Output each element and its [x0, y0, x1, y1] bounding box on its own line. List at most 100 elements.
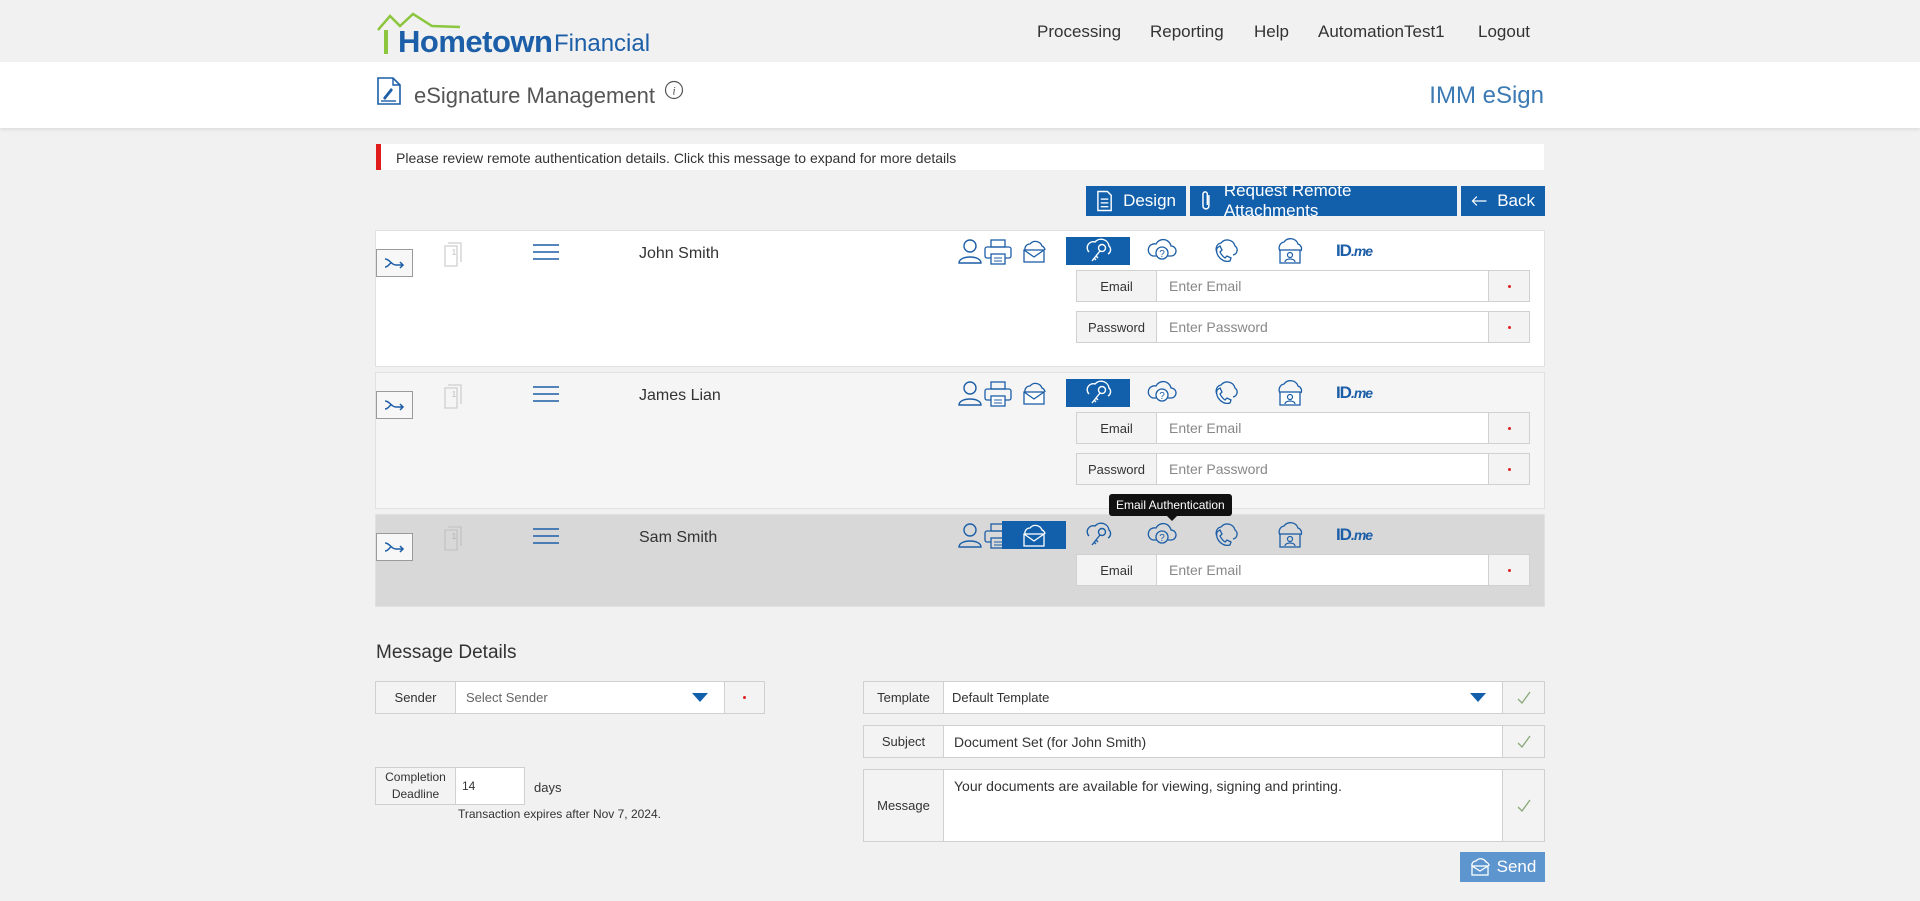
password-label: Password	[1077, 312, 1157, 342]
signer-row: 1 James Lian ? ID.me Email Password	[375, 372, 1545, 509]
idme-logo[interactable]: ID.me	[1322, 237, 1386, 265]
documents-icon[interactable]: 1	[442, 383, 466, 409]
id-cloud-icon[interactable]	[1258, 237, 1322, 265]
svg-text:1: 1	[452, 248, 457, 257]
email-authentication-tooltip: Email Authentication	[1109, 494, 1232, 521]
phone-cloud-icon[interactable]	[1194, 237, 1258, 265]
signer-name: James Lian	[639, 387, 721, 404]
id-cloud-icon[interactable]	[1258, 521, 1322, 549]
document-list-icon	[1097, 190, 1112, 212]
question-cloud-icon[interactable]: ?	[1130, 379, 1194, 407]
sender-field: Sender Select Sender	[375, 681, 765, 714]
idme-text: ID.me	[1335, 241, 1373, 260]
template-field: Template Default Template	[863, 681, 1545, 714]
route-arrow-icon	[384, 258, 404, 269]
routing-button[interactable]	[376, 249, 413, 277]
required-indicator	[1488, 555, 1529, 585]
key-cloud-icon[interactable]	[1066, 521, 1130, 549]
svg-text:i: i	[672, 84, 675, 98]
nav-logout[interactable]: Logout	[1478, 22, 1530, 44]
email-input[interactable]	[1157, 555, 1488, 585]
design-button[interactable]: Design	[1086, 186, 1186, 216]
alert-text: Please review remote authentication deta…	[396, 150, 957, 166]
email-cloud-icon[interactable]	[1002, 237, 1066, 265]
top-nav-bar: Hometown Financial Processing Reporting …	[0, 0, 1920, 62]
person-icon[interactable]	[938, 237, 1002, 265]
person-icon[interactable]	[938, 379, 1002, 407]
send-button[interactable]: Send	[1460, 852, 1545, 882]
id-cloud-icon[interactable]	[1258, 379, 1322, 407]
svg-text:?: ?	[1159, 391, 1165, 402]
phone-cloud-icon[interactable]	[1194, 379, 1258, 407]
subject-field: Subject Document Set (for John Smith)	[863, 725, 1545, 758]
password-input[interactable]	[1157, 312, 1488, 342]
back-button[interactable]: Back	[1461, 186, 1545, 216]
subject-input[interactable]: Document Set (for John Smith)	[944, 726, 1502, 757]
question-cloud-icon[interactable]: ?	[1130, 521, 1194, 549]
subject-label: Subject	[864, 726, 944, 757]
logo-text-light: Financial	[554, 30, 651, 57]
password-field-row: Password	[1076, 453, 1530, 485]
signature-document-icon	[377, 77, 401, 105]
chevron-down-icon	[692, 693, 708, 702]
documents-icon[interactable]: 1	[442, 241, 466, 267]
svg-text:1: 1	[452, 532, 457, 541]
message-textarea[interactable]: Your documents are available for viewing…	[944, 770, 1502, 841]
documents-icon[interactable]: 1	[442, 525, 466, 551]
request-remote-attachments-button[interactable]: Request Remote Attachments	[1190, 181, 1457, 220]
signer-row: 1 John Smith ? ID.me Email Password	[375, 230, 1545, 367]
check-icon	[1502, 682, 1544, 713]
nav-help[interactable]: Help	[1254, 22, 1289, 44]
phone-cloud-icon[interactable]	[1194, 521, 1258, 549]
route-arrow-icon	[384, 400, 404, 411]
company-logo[interactable]: Hometown Financial	[376, 10, 650, 59]
idme-logo[interactable]: ID.me	[1322, 521, 1386, 549]
template-value: Default Template	[952, 690, 1050, 705]
key-cloud-icon[interactable]	[1066, 379, 1130, 407]
hamburger-menu-icon[interactable]	[533, 527, 559, 545]
template-select[interactable]: Default Template	[944, 682, 1502, 713]
idme-logo[interactable]: ID.me	[1322, 379, 1386, 407]
email-field-row: Email	[1076, 554, 1530, 586]
email-cloud-icon[interactable]	[1002, 379, 1066, 407]
info-icon[interactable]: i	[664, 80, 684, 100]
remote-auth-alert[interactable]: Please review remote authentication deta…	[376, 144, 1544, 170]
nav-reporting[interactable]: Reporting	[1150, 22, 1224, 44]
email-field-row: Email	[1076, 412, 1530, 444]
email-input[interactable]	[1157, 271, 1488, 301]
email-cloud-icon	[1470, 858, 1490, 876]
chevron-down-icon	[1470, 693, 1486, 702]
question-cloud-icon[interactable]: ?	[1130, 237, 1194, 265]
completion-deadline-input[interactable]: 14	[456, 768, 524, 804]
signer-row: 1 Sam Smith ? ID.me Email	[375, 514, 1545, 607]
routing-button[interactable]	[376, 533, 413, 561]
svg-text:?: ?	[1159, 533, 1165, 544]
sender-select[interactable]: Select Sender	[456, 682, 724, 713]
password-input[interactable]	[1157, 454, 1488, 484]
required-indicator	[1488, 271, 1529, 301]
person-icon[interactable]	[938, 521, 1002, 549]
check-icon	[1502, 726, 1544, 757]
idme-text: ID.me	[1335, 525, 1373, 544]
paperclip-icon	[1202, 191, 1210, 210]
hamburger-menu-icon[interactable]	[533, 385, 559, 403]
email-field-row: Email	[1076, 270, 1530, 302]
arrow-left-icon	[1471, 196, 1487, 206]
idme-text: ID.me	[1335, 383, 1373, 402]
email-label: Email	[1077, 555, 1157, 585]
email-label: Email	[1077, 271, 1157, 301]
request-attachments-label: Request Remote Attachments	[1223, 181, 1352, 220]
required-indicator	[1488, 312, 1529, 342]
password-label: Password	[1077, 454, 1157, 484]
sender-value: Select Sender	[466, 690, 548, 705]
email-input[interactable]	[1157, 413, 1488, 443]
nav-processing[interactable]: Processing	[1037, 22, 1121, 44]
design-button-label: Design	[1123, 191, 1176, 210]
routing-button[interactable]	[376, 391, 413, 419]
template-label: Template	[864, 682, 944, 713]
nav-user[interactable]: AutomationTest1	[1318, 22, 1445, 44]
hamburger-menu-icon[interactable]	[533, 243, 559, 261]
required-indicator	[1488, 454, 1529, 484]
email-cloud-icon[interactable]	[1002, 521, 1066, 549]
key-cloud-icon[interactable]	[1066, 237, 1130, 265]
